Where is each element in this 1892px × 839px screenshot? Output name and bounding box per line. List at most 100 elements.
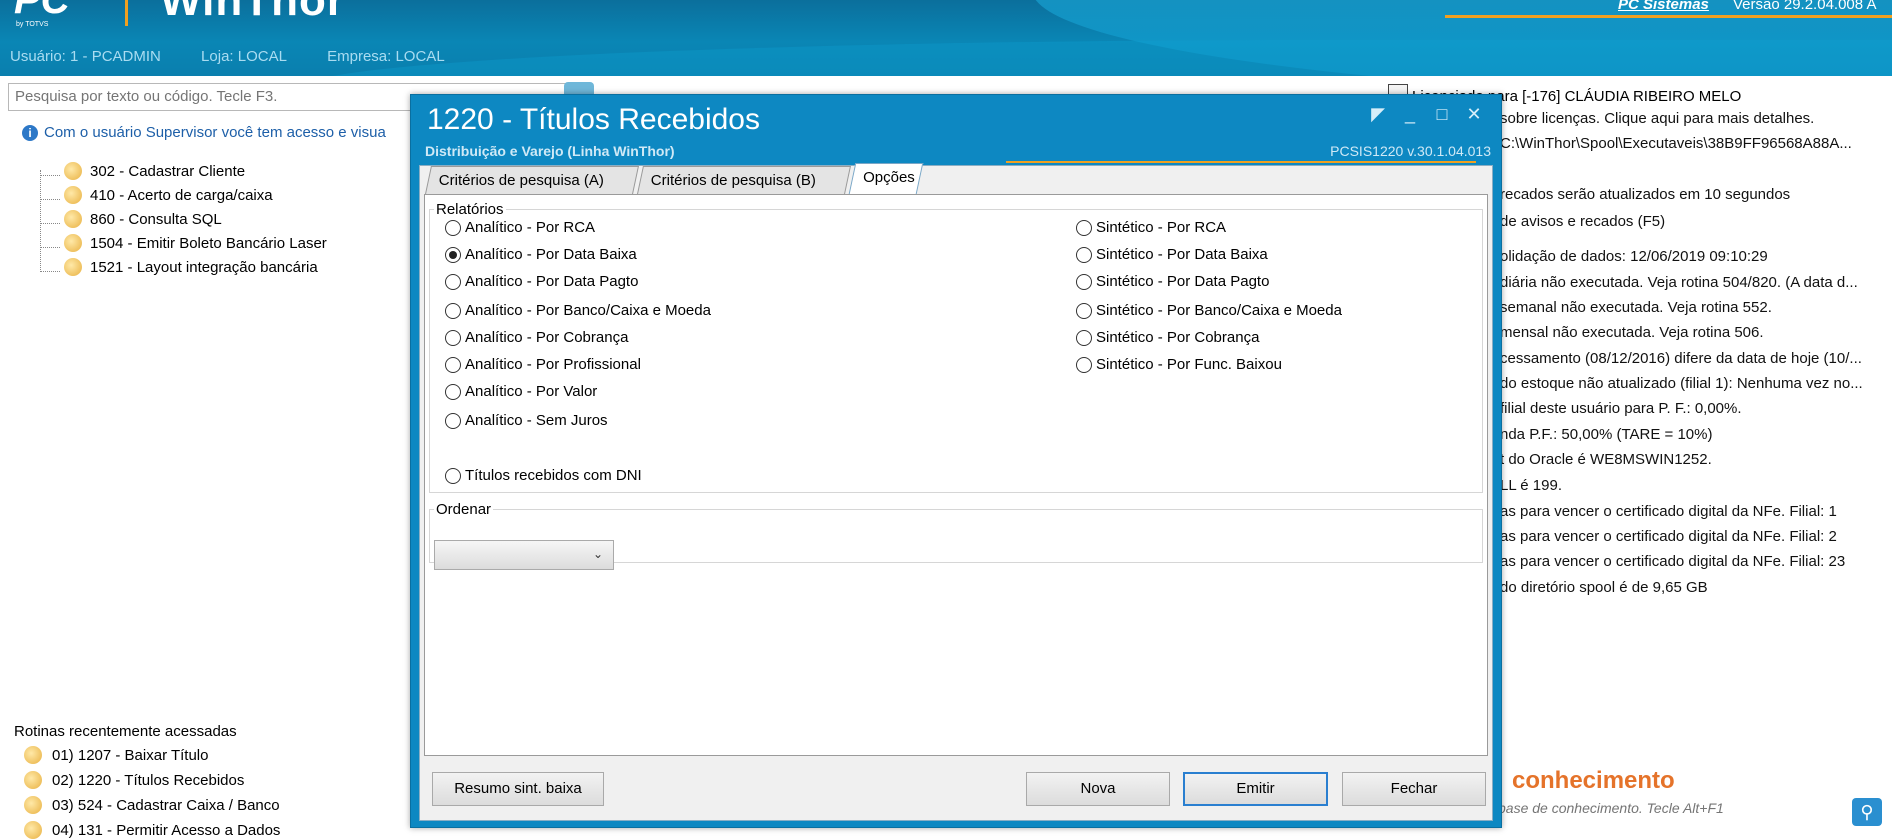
recent-item[interactable]: 04) 131 - Permitir Acesso a Dados xyxy=(24,821,280,839)
recent-item[interactable]: 02) 1220 - Títulos Recebidos xyxy=(24,771,244,789)
relatorios-label: Relatórios xyxy=(436,201,504,218)
radio-analitico-cobranca[interactable]: Analítico - Por Cobrança xyxy=(445,329,628,346)
routine-clock-icon xyxy=(64,210,82,228)
tree-branch xyxy=(40,263,60,272)
session-info: Usuário: 1 - PCADMIN Loja: LOCAL Empresa… xyxy=(10,48,481,65)
info-line: LL é 199. xyxy=(1500,477,1562,494)
radio-sintetico-cobranca[interactable]: Sintético - Por Cobrança xyxy=(1076,329,1259,346)
radio-sintetico-rca[interactable]: Sintético - Por RCA xyxy=(1076,219,1226,236)
recent-item[interactable]: 01) 1207 - Baixar Título xyxy=(24,746,208,764)
radio-analitico-data-pagto[interactable]: Analítico - Por Data Pagto xyxy=(445,273,638,290)
routine-clock-icon xyxy=(24,821,42,839)
tree-item[interactable]: 410 - Acerto de carga/caixa xyxy=(40,186,273,204)
radio-sintetico-banco[interactable]: Sintético - Por Banco/Caixa e Moeda xyxy=(1076,302,1342,319)
info-line: do diretório spool é de 9,65 GB xyxy=(1500,579,1708,596)
emitir-button[interactable]: Emitir xyxy=(1183,772,1328,806)
tab-criterios-a[interactable]: Critérios de pesquisa (A) xyxy=(425,166,639,194)
dialog-accent-line xyxy=(1006,161,1476,163)
recent-item-label: 03) 524 - Cadastrar Caixa / Banco xyxy=(52,796,280,814)
tree-item-label: 860 - Consulta SQL xyxy=(90,210,222,228)
radio-analitico-rca[interactable]: Analítico - Por RCA xyxy=(445,219,595,236)
radio-sintetico-data-baixa[interactable]: Sintético - Por Data Baixa xyxy=(1076,246,1268,263)
radio-icon xyxy=(445,412,461,429)
radio-icon xyxy=(445,356,461,373)
tree-branch xyxy=(40,215,60,224)
tree-item[interactable]: 1521 - Layout integração bancária xyxy=(40,258,318,276)
tree-branch xyxy=(40,239,60,248)
restore-icon[interactable]: ◤ xyxy=(1367,105,1389,123)
radio-label: Sintético - Por Data Baixa xyxy=(1096,246,1268,263)
search-icon[interactable]: ⚲ xyxy=(1852,798,1882,826)
info-line: mensal não executada. Veja rotina 506. xyxy=(1500,324,1764,341)
tab-opcoes[interactable]: Opções xyxy=(848,163,924,194)
minimize-icon[interactable]: _ xyxy=(1399,105,1421,123)
radio-icon xyxy=(445,273,461,290)
chevron-down-icon: ⌄ xyxy=(592,547,603,561)
info-line[interactable]: sobre licenças. Clique aqui para mais de… xyxy=(1500,110,1814,127)
nova-button[interactable]: Nova xyxy=(1026,772,1170,806)
version-label: Versão 29.2.04.008 A xyxy=(1733,0,1877,13)
info-line: diária não executada. Veja rotina 504/82… xyxy=(1500,274,1858,291)
info-line: do estoque não atualizado (filial 1): Ne… xyxy=(1500,375,1863,392)
radio-analitico-sem-juros[interactable]: Analítico - Sem Juros xyxy=(445,412,608,429)
radio-titulos-dni[interactable]: Títulos recebidos com DNI xyxy=(445,467,642,484)
radio-icon xyxy=(1076,219,1092,236)
knowledge-base-title: conhecimento xyxy=(1512,767,1675,794)
tree-item[interactable]: 1504 - Emitir Boleto Bancário Laser xyxy=(40,234,327,252)
recent-item[interactable]: 03) 524 - Cadastrar Caixa / Banco xyxy=(24,796,280,814)
radio-sintetico-data-pagto[interactable]: Sintético - Por Data Pagto xyxy=(1076,273,1269,290)
titulos-recebidos-dialog: 1220 - Títulos Recebidos Distribuição e … xyxy=(410,94,1502,828)
close-icon[interactable]: ✕ xyxy=(1463,105,1485,123)
enterprise-label: Empresa: LOCAL xyxy=(327,48,445,65)
radio-label: Sintético - Por RCA xyxy=(1096,219,1227,236)
knowledge-base-input[interactable] xyxy=(1498,796,1838,820)
radio-label: Analítico - Por Data Pagto xyxy=(465,273,639,290)
routine-clock-icon xyxy=(64,234,82,252)
tree-item[interactable]: 860 - Consulta SQL xyxy=(40,210,222,228)
radio-label: Sintético - Por Func. Baixou xyxy=(1096,356,1282,373)
routine-clock-icon xyxy=(24,796,42,814)
radio-icon xyxy=(1076,356,1092,373)
radio-analitico-valor[interactable]: Analítico - Por Valor xyxy=(445,383,597,400)
options-panel: Relatórios Analítico - Por RCA Analítico… xyxy=(424,194,1488,756)
info-line: t do Oracle é WE8MSWIN1252. xyxy=(1500,451,1712,468)
logo-divider xyxy=(125,0,128,26)
app-header: PC by TOTVS WinThor PC Sistemas Versão 2… xyxy=(0,0,1892,76)
ordenar-select[interactable]: ⌄ xyxy=(434,540,614,570)
radio-icon xyxy=(445,329,461,346)
totvs-logo: by TOTVS xyxy=(16,21,49,28)
tab-criterios-b[interactable]: Critérios de pesquisa (B) xyxy=(637,166,851,194)
routine-clock-icon xyxy=(24,771,42,789)
fechar-button[interactable]: Fechar xyxy=(1342,772,1486,806)
radio-icon xyxy=(1076,302,1092,319)
info-line: filial deste usuário para P. F.: 0,00%. xyxy=(1500,400,1742,417)
routine-clock-icon xyxy=(64,186,82,204)
radio-label: Sintético - Por Data Pagto xyxy=(1096,273,1270,290)
tree-item[interactable]: 302 - Cadastrar Cliente xyxy=(40,162,245,180)
radio-label: Analítico - Por Profissional xyxy=(465,356,641,373)
info-line: cessamento (08/12/2016) difere da data d… xyxy=(1500,350,1862,367)
routine-clock-icon xyxy=(24,746,42,764)
radio-analitico-data-baixa[interactable]: Analítico - Por Data Baixa xyxy=(445,246,637,263)
supervisor-notice[interactable]: i Com o usuário Supervisor você tem acess… xyxy=(22,124,386,141)
radio-label: Analítico - Por Valor xyxy=(465,383,598,400)
radio-analitico-banco[interactable]: Analítico - Por Banco/Caixa e Moeda xyxy=(445,302,711,319)
tree-item-label: 1521 - Layout integração bancária xyxy=(90,258,318,276)
radio-analitico-profissional[interactable]: Analítico - Por Profissional xyxy=(445,356,641,373)
radio-icon xyxy=(445,302,461,319)
info-line: recados serão atualizados em 10 segundos xyxy=(1500,186,1791,203)
store-label: Loja: LOCAL xyxy=(201,48,287,65)
routine-clock-icon xyxy=(64,162,82,180)
resumo-sint-baixa-button[interactable]: Resumo sint. baixa xyxy=(432,772,604,806)
info-line: olidação de dados: 12/06/2019 09:10:29 xyxy=(1500,248,1768,265)
relatorios-group: Relatórios xyxy=(429,201,1483,493)
radio-icon xyxy=(1076,246,1092,263)
radio-sintetico-func-baixou[interactable]: Sintético - Por Func. Baixou xyxy=(1076,356,1282,373)
info-line: nda P.F.: 50,00% (TARE = 10%) xyxy=(1500,426,1713,443)
radio-label: Analítico - Sem Juros xyxy=(465,412,608,429)
winthor-logo: WinThor xyxy=(160,0,345,25)
header-accent-line xyxy=(1445,15,1892,18)
maximize-icon[interactable]: □ xyxy=(1431,105,1453,123)
info-line[interactable]: de avisos e recados (F5) xyxy=(1500,213,1665,230)
company-link[interactable]: PC Sistemas xyxy=(1618,0,1709,13)
